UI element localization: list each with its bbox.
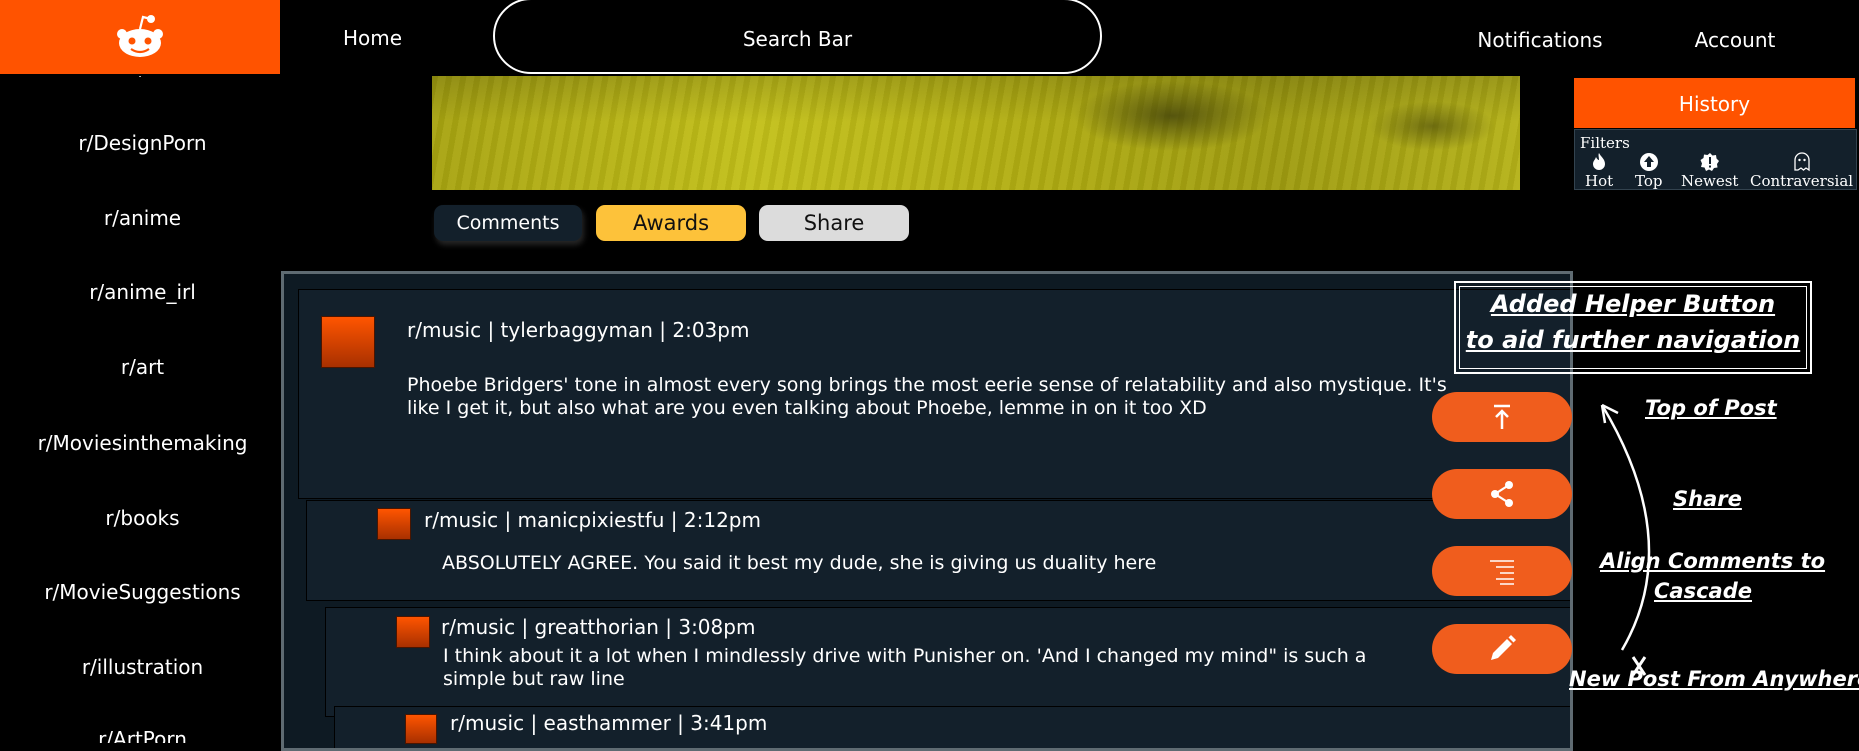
history-button[interactable]: History (1574, 78, 1855, 128)
helper-share-button[interactable] (1432, 469, 1572, 519)
comments-button[interactable]: Comments (434, 205, 582, 241)
nav-home[interactable]: Home (320, 0, 425, 76)
top-of-post-button[interactable] (1432, 392, 1572, 442)
comment-meta[interactable]: r/music | easthammer | 3:41pm (450, 711, 767, 735)
filters-label: Filters (1580, 134, 1630, 152)
nav-notifications[interactable]: Notifications (1460, 0, 1620, 80)
comment-3: r/music | greatthorian | 3:08pm I think … (325, 607, 1570, 717)
sidebar: / r/DesignPorn r/anime r/anime_irl r/art… (0, 76, 280, 743)
annotation-arrow (1600, 403, 1651, 676)
awards-button[interactable]: Awards (596, 205, 746, 241)
new-post-button[interactable] (1432, 624, 1572, 674)
comment-meta[interactable]: r/music | greatthorian | 3:08pm (441, 615, 755, 639)
filter-contraversial[interactable]: Contraversial (1750, 152, 1853, 190)
arrow-to-top-icon (1494, 404, 1510, 429)
filter-hot[interactable]: Hot (1585, 152, 1613, 190)
flame-icon (1585, 152, 1613, 172)
sidebar-item-moviesuggestions[interactable]: r/MovieSuggestions (0, 580, 280, 604)
comment-body: ABSOLUTELY AGREE. You said it best my du… (442, 552, 1157, 574)
sidebar-item-books[interactable]: r/books (0, 506, 280, 530)
avatar[interactable] (405, 714, 437, 744)
avatar[interactable] (321, 316, 375, 368)
avatar[interactable] (396, 616, 430, 648)
comment-2: r/music | manicpixiestfu | 2:12pm ABSOLU… (306, 500, 1570, 601)
avatar[interactable] (377, 508, 411, 540)
sidebar-item-art[interactable]: r/art (0, 355, 280, 379)
search-input[interactable]: Search Bar (493, 0, 1102, 74)
align-icon (1490, 560, 1514, 585)
sidebar-item-designporn[interactable]: r/DesignPorn (0, 131, 280, 155)
comments-section: r/music | tylerbaggyman | 2:03pm Phoebe … (281, 271, 1573, 751)
alert-icon (1681, 152, 1738, 172)
sidebar-item-partial[interactable]: / (0, 76, 280, 80)
sidebar-item-anime[interactable]: r/anime (0, 206, 280, 230)
filter-top[interactable]: Top (1635, 152, 1662, 190)
filter-newest[interactable]: Newest (1681, 152, 1738, 190)
sidebar-item-anime-irl[interactable]: r/anime_irl (0, 280, 280, 304)
align-comments-button[interactable] (1432, 546, 1572, 596)
comment-body: I think about it a lot when I mindlessly… (443, 645, 1367, 690)
share-icon (1491, 481, 1513, 507)
post-image[interactable] (432, 76, 1520, 190)
comment-meta[interactable]: r/music | tylerbaggyman | 2:03pm (407, 318, 749, 342)
sidebar-item-illustration[interactable]: r/illustration (0, 655, 280, 679)
reddit-alien-icon (117, 15, 163, 57)
helper-callout-text: Added Helper Button to aid further navig… (1465, 290, 1801, 354)
comment-meta[interactable]: r/music | manicpixiestfu | 2:12pm (424, 508, 761, 532)
comment-body: Phoebe Bridgers' tone in almost every so… (407, 374, 1447, 419)
sidebar-item-moviesinthemaking[interactable]: r/Moviesinthemaking (0, 431, 280, 455)
top-bar: Home Search Bar Notifications Account (0, 0, 1859, 76)
sidebar-item-artporn[interactable]: r/ArtPorn (0, 727, 280, 743)
up-arrow-icon (1635, 152, 1662, 172)
filters-panel: Filters Hot Top Newest Contraversial (1574, 129, 1857, 190)
ghost-icon (1750, 152, 1853, 172)
comment-4: r/music | easthammer | 3:41pm (334, 706, 1570, 748)
comment-1: r/music | tylerbaggyman | 2:03pm Phoebe … (298, 289, 1570, 499)
share-button[interactable]: Share (759, 205, 909, 241)
nav-account[interactable]: Account (1680, 0, 1790, 80)
pencil-icon (1491, 635, 1516, 660)
reddit-logo[interactable] (0, 0, 280, 74)
annotation-share: Share (1673, 487, 1742, 511)
